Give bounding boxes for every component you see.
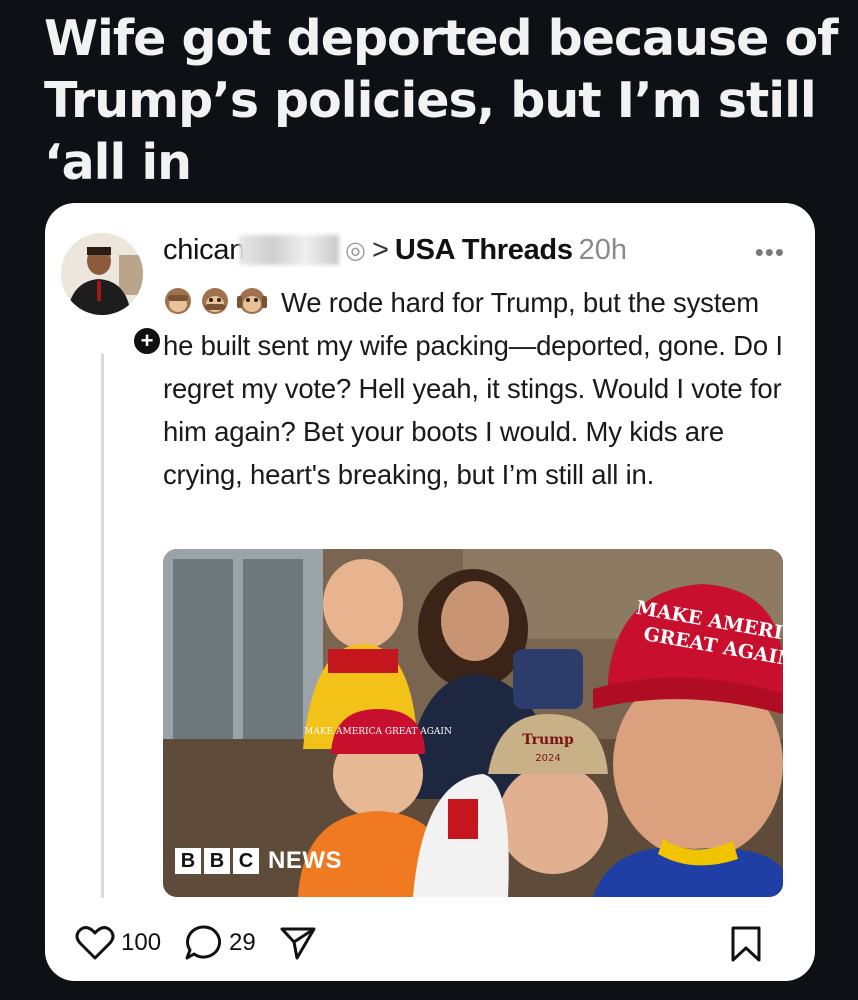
bookmark-icon	[731, 926, 761, 962]
community-link[interactable]: USA Threads	[395, 234, 573, 266]
headline: Wife got deported because of Trump’s pol…	[44, 10, 838, 191]
bbc-news-watermark: B B C NEWS	[175, 847, 342, 875]
reply-count: 29	[229, 929, 256, 956]
share-button[interactable]	[278, 924, 318, 962]
post-body: We rode hard for Trump, but the system h…	[163, 287, 783, 490]
bbc-news-label: NEWS	[268, 847, 342, 874]
post-time: 20h	[578, 233, 628, 266]
username[interactable]: chican	[163, 234, 245, 266]
follow-plus-button[interactable]: +	[131, 325, 163, 357]
like-count: 100	[121, 929, 162, 956]
thread-line	[101, 353, 104, 898]
bbc-block-b1: B	[175, 848, 201, 874]
action-bar: 100 29	[75, 921, 785, 965]
send-icon	[280, 927, 316, 960]
reply-button[interactable]: 29	[183, 924, 256, 962]
heart-icon	[75, 926, 115, 960]
monkey-emoji-icons	[165, 288, 267, 314]
more-options-icon[interactable]: •••	[755, 237, 785, 268]
redacted-username	[239, 235, 340, 266]
avatar[interactable]	[61, 233, 143, 315]
threads-post-card: + chican ◎ > USA Threads 20h ••• We rode har…	[45, 203, 815, 981]
like-button[interactable]: 100	[75, 925, 161, 961]
family-photo-illustration: MAKE AMERICA GREAT AGAIN Trump 2024 MAKE…	[163, 549, 783, 897]
threads-icon: ◎	[345, 236, 366, 264]
post-text: We rode hard for Trump, but the system h…	[163, 281, 783, 496]
post-image[interactable]: MAKE AMERICA GREAT AGAIN Trump 2024 MAKE…	[163, 549, 783, 897]
community-separator: >	[371, 233, 389, 266]
cap-text: Trump	[522, 732, 574, 748]
post-meta: chican ◎ > USA Threads 20h	[163, 233, 627, 273]
bookmark-button[interactable]	[729, 925, 763, 963]
cap-year: 2024	[535, 753, 560, 764]
avatar-container[interactable]: +	[61, 233, 163, 357]
bbc-block-c: C	[233, 848, 259, 874]
reply-bubble-icon	[185, 925, 222, 960]
small-hat-text: MAKE AMERICA GREAT AGAIN	[304, 727, 452, 737]
bbc-block-b2: B	[204, 848, 230, 874]
